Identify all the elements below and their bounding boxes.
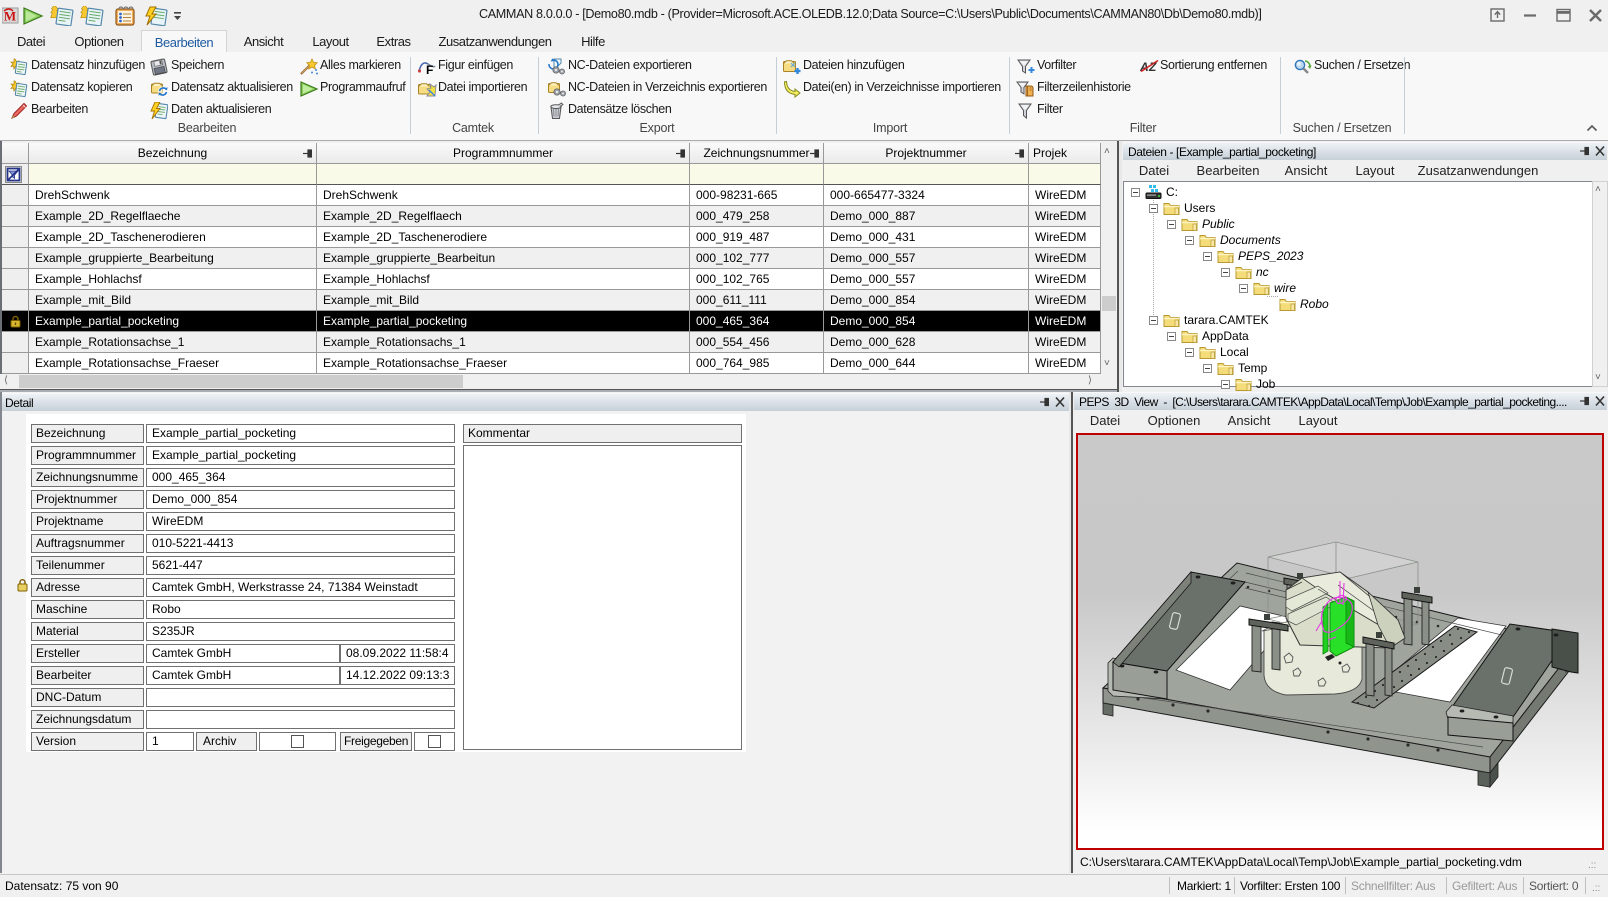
svg-text:F: F — [426, 63, 433, 76]
svg-text:M: M — [4, 9, 16, 24]
